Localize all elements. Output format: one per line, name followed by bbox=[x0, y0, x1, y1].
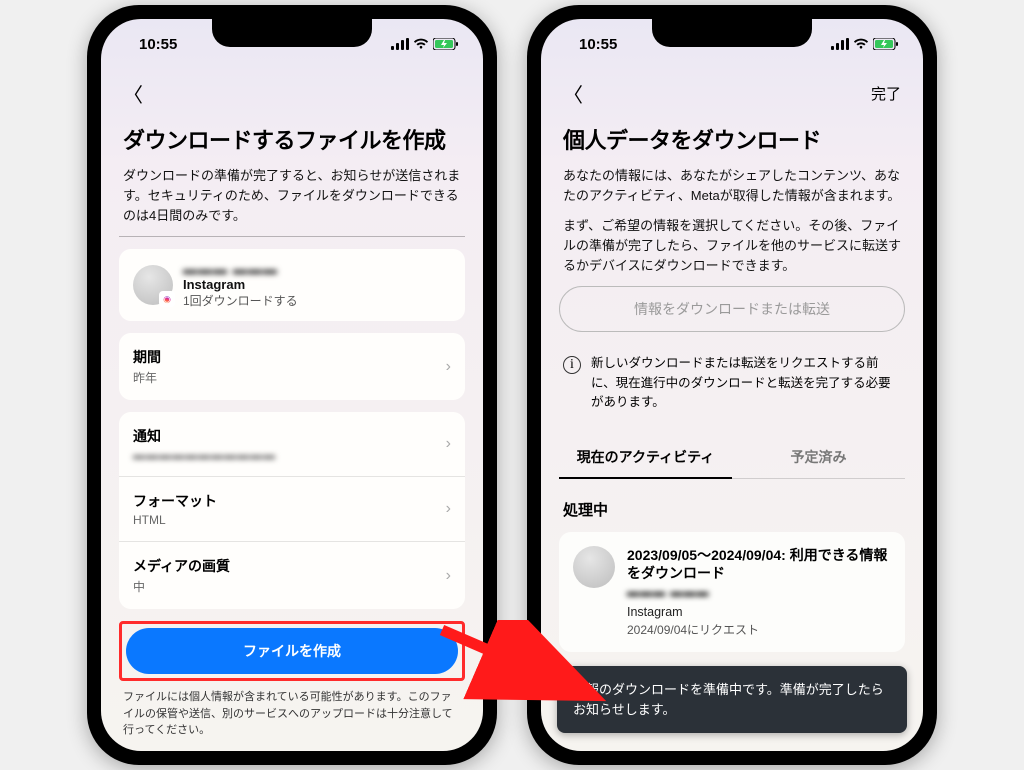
highlight-box: ファイルを作成 bbox=[119, 621, 465, 681]
info-icon: i bbox=[563, 356, 581, 374]
page-desc2: まず、ご希望の情報を選択してください。その後、ファイルの準備が完了したら、ファイ… bbox=[563, 216, 901, 276]
screen-right: 10:55 〈 完了 個人データをダウンロード あなたの情報には、あなたがシェア… bbox=[541, 19, 923, 751]
phone-left: 10:55 〈 ダウンロードするファイルを作成 ダウンロードの準備が完了すると、… bbox=[87, 5, 497, 765]
divider bbox=[119, 236, 465, 237]
status-time: 10:55 bbox=[579, 36, 617, 53]
chevron-right-icon: › bbox=[446, 500, 451, 518]
activity-card[interactable]: 2023/09/05～2024/09/04: 利用できる情報をダウンロード ▬▬… bbox=[559, 532, 905, 653]
activity-requested: 2024/09/04にリクエスト bbox=[627, 621, 891, 638]
screen-left: 10:55 〈 ダウンロードするファイルを作成 ダウンロードの準備が完了すると、… bbox=[101, 19, 483, 751]
page-title: 個人データをダウンロード bbox=[563, 126, 901, 156]
chevron-right-icon: › bbox=[446, 435, 451, 453]
page-description: ダウンロードの準備が完了すると、お知らせが送信されます。セキュリティのため、ファ… bbox=[123, 166, 461, 226]
notch bbox=[652, 19, 812, 47]
back-button[interactable]: 〈 bbox=[563, 79, 583, 108]
quality-row[interactable]: メディアの画質 中 › bbox=[119, 542, 465, 609]
page-desc1: あなたの情報には、あなたがシェアしたコンテンツ、あなたのアクティビティ、Meta… bbox=[563, 166, 901, 206]
notify-value: ▬▬▬▬▬▬▬▬▬▬▬ bbox=[133, 448, 276, 462]
account-name: ▬▬▬ ▬▬▬ bbox=[183, 261, 298, 277]
format-value: HTML bbox=[133, 513, 217, 527]
chevron-right-icon: › bbox=[446, 567, 451, 585]
account-card: ◉ ▬▬▬ ▬▬▬ Instagram 1回ダウンロードする bbox=[119, 249, 465, 321]
notch bbox=[212, 19, 372, 47]
period-label: 期間 bbox=[133, 347, 161, 367]
status-time: 10:55 bbox=[139, 36, 177, 53]
done-button[interactable]: 完了 bbox=[871, 83, 901, 104]
nav-bar: 〈 完了 bbox=[559, 59, 905, 122]
tabs: 現在のアクティビティ 予定済み bbox=[559, 437, 905, 479]
account-row: ◉ ▬▬▬ ▬▬▬ Instagram 1回ダウンロードする bbox=[133, 261, 451, 309]
toast-message: 情報のダウンロードを準備中です。準備が完了したらお知らせします。 bbox=[557, 666, 907, 733]
battery-icon bbox=[873, 38, 899, 50]
period-value: 昨年 bbox=[133, 369, 161, 386]
status-icons bbox=[391, 38, 459, 50]
download-count-note: 1回ダウンロードする bbox=[183, 292, 298, 309]
signal-icon bbox=[831, 38, 849, 50]
create-file-button[interactable]: ファイルを作成 bbox=[126, 628, 458, 674]
back-button[interactable]: 〈 bbox=[123, 79, 143, 108]
settings-card: 通知 ▬▬▬▬▬▬▬▬▬▬▬ › フォーマット HTML › メディアの画質 中 bbox=[119, 412, 465, 609]
quality-value: 中 bbox=[133, 578, 230, 595]
period-card: 期間 昨年 › bbox=[119, 333, 465, 400]
instagram-badge-icon: ◉ bbox=[159, 291, 175, 307]
quality-label: メディアの画質 bbox=[133, 556, 230, 576]
download-transfer-button-disabled: 情報をダウンロードまたは転送 bbox=[559, 286, 905, 332]
tab-current-activity[interactable]: 現在のアクティビティ bbox=[559, 437, 732, 479]
avatar bbox=[573, 546, 615, 588]
phone-right: 10:55 〈 完了 個人データをダウンロード あなたの情報には、あなたがシェア… bbox=[527, 5, 937, 765]
account-platform: Instagram bbox=[183, 277, 298, 292]
section-processing: 処理中 bbox=[563, 499, 901, 520]
chevron-right-icon: › bbox=[446, 358, 451, 376]
format-row[interactable]: フォーマット HTML › bbox=[119, 477, 465, 542]
wifi-icon bbox=[413, 38, 429, 50]
signal-icon bbox=[391, 38, 409, 50]
page-title: ダウンロードするファイルを作成 bbox=[123, 126, 461, 156]
content-left: 〈 ダウンロードするファイルを作成 ダウンロードの準備が完了すると、お知らせが送… bbox=[101, 59, 483, 751]
battery-icon bbox=[433, 38, 459, 50]
info-row: i 新しいダウンロードまたは転送をリクエストする前に、現在進行中のダウンロードと… bbox=[559, 354, 905, 412]
tab-scheduled[interactable]: 予定済み bbox=[732, 437, 905, 478]
wifi-icon bbox=[853, 38, 869, 50]
info-text: 新しいダウンロードまたは転送をリクエストする前に、現在進行中のダウンロードと転送… bbox=[591, 354, 901, 412]
status-icons bbox=[831, 38, 899, 50]
notify-label: 通知 bbox=[133, 426, 276, 446]
notify-row[interactable]: 通知 ▬▬▬▬▬▬▬▬▬▬▬ › bbox=[119, 412, 465, 477]
avatar: ◉ bbox=[133, 265, 173, 305]
format-label: フォーマット bbox=[133, 491, 217, 511]
fine-print: ファイルには個人情報が含まれている可能性があります。このファイルの保管や送信、別… bbox=[123, 689, 461, 739]
activity-account-name: ▬▬▬ ▬▬▬ bbox=[627, 585, 891, 599]
period-row[interactable]: 期間 昨年 › bbox=[119, 333, 465, 400]
activity-platform: Instagram bbox=[627, 605, 891, 619]
content-right: 〈 完了 個人データをダウンロード あなたの情報には、あなたがシェアしたコンテン… bbox=[541, 59, 923, 751]
activity-title: 2023/09/05～2024/09/04: 利用できる情報をダウンロード bbox=[627, 546, 891, 584]
nav-bar: 〈 bbox=[119, 59, 465, 122]
